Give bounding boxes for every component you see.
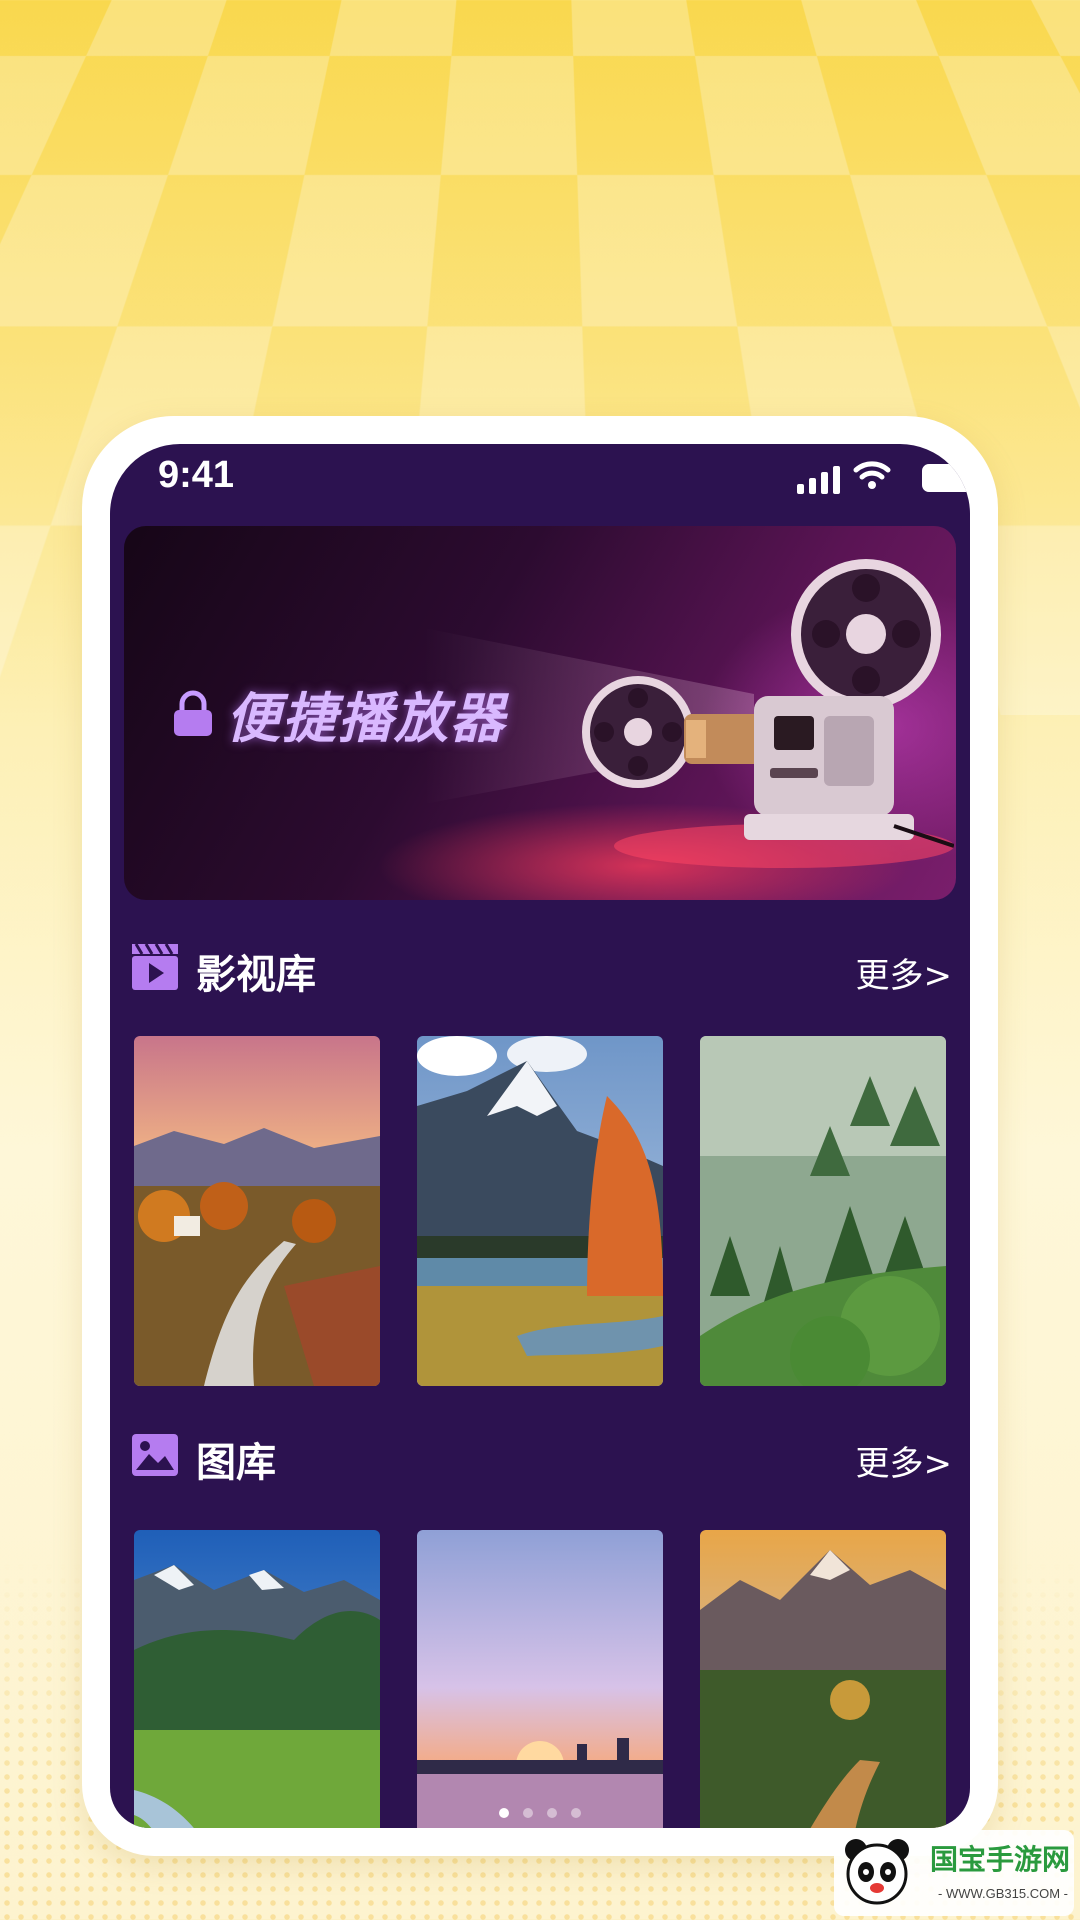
phone-frame: 9:41 便捷播放器 影视库 更多> 图库 更多> [82,416,998,1856]
page-indicator[interactable] [110,1808,970,1818]
video-library-title: 影视库 [196,952,316,998]
gallery-icon [132,1434,178,1476]
video-library-header: 影视库 更多> [132,938,952,998]
video-thumbnail[interactable] [700,1036,946,1386]
watermark-badge: 国宝手游网 - WWW.GB315.COM - [834,1830,1074,1916]
video-library-icon [132,944,178,990]
status-bar: 9:41 [110,444,970,524]
video-library-grid [134,1036,946,1386]
film-projector-icon [582,559,954,868]
page-dot[interactable] [547,1808,557,1818]
lock-icon [174,690,212,736]
video-thumbnail[interactable] [134,1036,380,1386]
page-dot[interactable] [571,1808,581,1818]
hero-banner[interactable]: 便捷播放器 [124,526,956,900]
app-screen: 9:41 便捷播放器 影视库 更多> 图库 更多> [110,444,970,1828]
wifi-icon [853,461,891,489]
page-dot[interactable] [499,1808,509,1818]
gallery-thumbnail[interactable] [134,1530,380,1828]
status-time: 9:41 [158,454,235,496]
gallery-thumbnail[interactable] [417,1530,663,1828]
banner-title: 便捷播放器 [172,674,506,753]
signal-icon [797,464,840,494]
watermark-url: - WWW.GB315.COM - [938,1886,1068,1901]
gallery-header: 图库 更多> [132,1426,952,1486]
gallery-grid [134,1530,946,1828]
video-library-more-link[interactable]: 更多> [856,948,953,997]
battery-icon [922,464,970,492]
gallery-more-link[interactable]: 更多> [856,1436,953,1485]
gallery-title: 图库 [196,1440,276,1486]
banner-title-text: 便捷播放器 [226,687,506,750]
page-dot[interactable] [523,1808,533,1818]
panda-logo-icon [845,1839,909,1905]
watermark-text: 国宝手游网 [930,1843,1071,1876]
gallery-thumbnail[interactable] [700,1530,946,1828]
video-thumbnail[interactable] [417,1036,663,1386]
